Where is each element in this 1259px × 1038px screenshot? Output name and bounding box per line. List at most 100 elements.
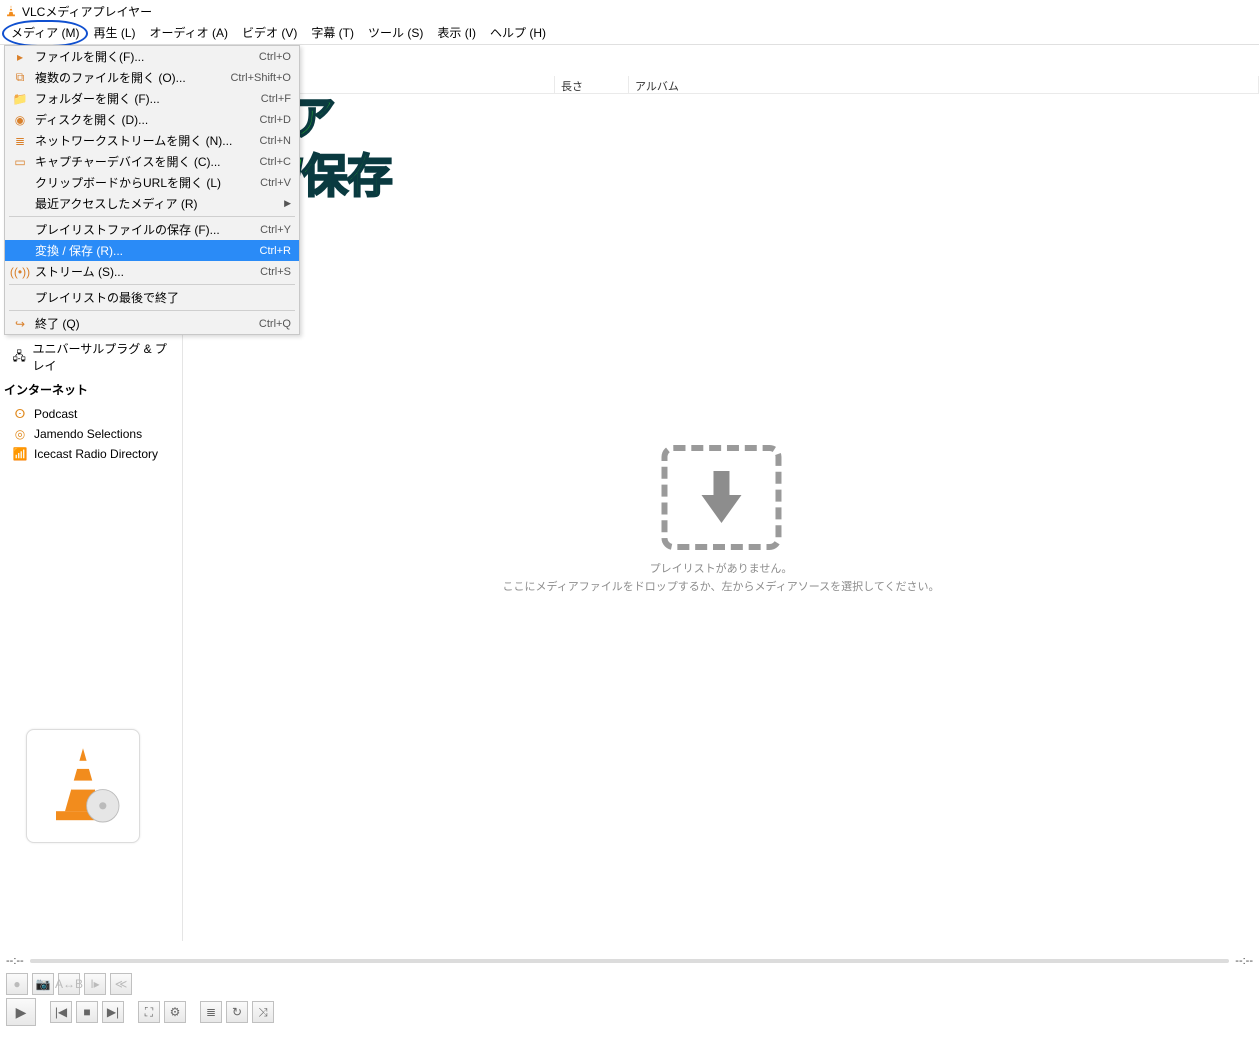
menu-convert-save-shortcut: Ctrl+R <box>260 245 291 257</box>
arrow-down-icon <box>695 467 747 527</box>
stop-button[interactable]: ■ <box>76 1001 98 1023</box>
fullscreen-button[interactable]: ⛶ <box>138 1001 160 1023</box>
toolbar-row-2: ▶ |◀ ■ ▶| ⛶ ⚙ ≣ ↻ ⤨ <box>6 1000 1253 1024</box>
menu-stream-shortcut: Ctrl+S <box>260 266 291 278</box>
rewind-button[interactable]: ≪ <box>110 973 132 995</box>
playlist-button[interactable]: ≣ <box>200 1001 222 1023</box>
menu-open-folder-shortcut: Ctrl+F <box>261 93 291 105</box>
capture-icon: ▭ <box>11 155 29 169</box>
menu-open-file[interactable]: ▸ ファイルを開く(F)... Ctrl+O <box>5 46 299 67</box>
menu-subtitle[interactable]: 字幕 (T) <box>304 22 361 45</box>
menu-open-capture-label: キャプチャーデバイスを開く (C)... <box>29 153 260 170</box>
seek-bar: --:-- --:-- <box>0 954 1259 968</box>
vlc-cone-icon <box>38 741 128 831</box>
menu-quit-shortcut: Ctrl+Q <box>259 318 291 330</box>
empty-line1: プレイリストがありません。 <box>502 560 939 576</box>
submenu-arrow-icon: ▶ <box>276 198 291 209</box>
menu-view-label: 表示 (I) <box>437 26 476 40</box>
sidebar-group-internet: インターネット <box>4 381 176 398</box>
sidebar-jamendo[interactable]: ◎ Jamendo Selections <box>6 424 176 444</box>
quit-icon: ↪ <box>11 317 29 331</box>
shuffle-button[interactable]: ⤨ <box>252 1001 274 1023</box>
snapshot-button[interactable]: 📷 <box>32 973 54 995</box>
menu-playback[interactable]: 再生 (L) <box>86 22 142 45</box>
menu-recent-label: 最近アクセスしたメディア (R) <box>29 195 276 212</box>
menu-convert-save[interactable]: 変換 / 保存 (R)... Ctrl+R <box>5 240 299 261</box>
menu-open-clipboard[interactable]: クリップボードからURLを開く (L) Ctrl+V <box>5 172 299 193</box>
vlc-app-icon <box>4 4 18 18</box>
menu-open-multi-shortcut: Ctrl+Shift+O <box>230 72 291 84</box>
col-album[interactable]: アルバム <box>629 76 1259 93</box>
sidebar-upnp-label: ユニバーサルプラグ & プレイ <box>33 340 177 374</box>
file-icon: ▸ <box>11 50 29 64</box>
menu-media-label: メディア (M) <box>11 26 79 40</box>
jamendo-icon: ◎ <box>12 427 28 441</box>
menu-open-clipboard-shortcut: Ctrl+V <box>260 177 291 189</box>
stream-icon: ((•)) <box>11 265 29 279</box>
sidebar-jamendo-label: Jamendo Selections <box>34 427 142 441</box>
menu-stream[interactable]: ((•)) ストリーム (S)... Ctrl+S <box>5 261 299 282</box>
menu-media[interactable]: メディア (M) <box>4 22 86 45</box>
menu-open-network-shortcut: Ctrl+N <box>260 135 291 147</box>
previous-button[interactable]: |◀ <box>50 1001 72 1023</box>
empty-line2: ここにメディアファイルをドロップするか、左からメディアソースを選択してください。 <box>502 578 939 594</box>
menu-quit[interactable]: ↪ 終了 (Q) Ctrl+Q <box>5 313 299 334</box>
menu-quit-end-label: プレイリストの最後で終了 <box>29 289 291 306</box>
loop-button[interactable]: ↻ <box>226 1001 248 1023</box>
menu-open-folder-label: フォルダーを開く (F)... <box>29 90 261 107</box>
media-menu-dropdown: ▸ ファイルを開く(F)... Ctrl+O ⧉ 複数のファイルを開く (O).… <box>4 45 300 335</box>
sidebar-podcast[interactable]: ⵙ Podcast <box>6 404 176 424</box>
menu-open-multi[interactable]: ⧉ 複数のファイルを開く (O)... Ctrl+Shift+O <box>5 67 299 88</box>
menu-stream-label: ストリーム (S)... <box>29 263 260 280</box>
menu-video[interactable]: ビデオ (V) <box>235 22 304 45</box>
menu-save-playlist[interactable]: プレイリストファイルの保存 (F)... Ctrl+Y <box>5 219 299 240</box>
menu-open-folder[interactable]: 📁 フォルダーを開く (F)... Ctrl+F <box>5 88 299 109</box>
menu-help[interactable]: ヘルプ (H) <box>483 22 553 45</box>
menu-open-disc[interactable]: ◉ ディスクを開く (D)... Ctrl+D <box>5 109 299 130</box>
bottom-toolbars: ● 📷 A↔B I▸ ≪ ▶ |◀ ■ ▶| ⛶ ⚙ ≣ ↻ ⤨ <box>0 968 1259 1038</box>
window-titlebar: VLCメディアプレイヤー <box>0 0 1259 22</box>
menu-separator <box>9 216 295 217</box>
toolbar-row-1: ● 📷 A↔B I▸ ≪ <box>6 972 1253 996</box>
seek-track[interactable] <box>30 959 1230 963</box>
menu-quit-end[interactable]: プレイリストの最後で終了 <box>5 287 299 308</box>
playlist-columns: 長さ アルバム <box>183 76 1259 94</box>
record-button[interactable]: ● <box>6 973 28 995</box>
menu-view[interactable]: 表示 (I) <box>430 22 483 45</box>
menu-subtitle-label: 字幕 (T) <box>311 26 354 40</box>
menu-playback-label: 再生 (L) <box>93 26 135 40</box>
upnp-icon: 🖧 <box>12 347 27 368</box>
menu-open-multi-label: 複数のファイルを開く (O)... <box>29 69 230 86</box>
window-title: VLCメディアプレイヤー <box>22 3 152 20</box>
menu-audio[interactable]: オーディオ (A) <box>143 22 236 45</box>
menu-separator <box>9 284 295 285</box>
sidebar-upnp[interactable]: 🖧 ユニバーサルプラグ & プレイ <box>6 337 176 377</box>
menu-open-network-label: ネットワークストリームを開く (N)... <box>29 132 260 149</box>
menu-open-network[interactable]: ≣ ネットワークストリームを開く (N)... Ctrl+N <box>5 130 299 151</box>
menubar: メディア (M) 再生 (L) オーディオ (A) ビデオ (V) 字幕 (T)… <box>0 22 1259 45</box>
menu-video-label: ビデオ (V) <box>242 26 297 40</box>
sidebar-icecast[interactable]: 📶 Icecast Radio Directory <box>6 444 176 464</box>
next-button[interactable]: ▶| <box>102 1001 124 1023</box>
atob-button[interactable]: A↔B <box>58 973 80 995</box>
menu-convert-save-label: 変換 / 保存 (R)... <box>29 242 260 259</box>
menu-recent[interactable]: 最近アクセスしたメディア (R) ▶ <box>5 193 299 214</box>
menu-tools[interactable]: ツール (S) <box>361 22 430 45</box>
menu-open-capture-shortcut: Ctrl+C <box>260 156 291 168</box>
menu-help-label: ヘルプ (H) <box>490 26 546 40</box>
menu-open-disc-shortcut: Ctrl+D <box>260 114 291 126</box>
menu-audio-label: オーディオ (A) <box>150 26 229 40</box>
menu-quit-label: 終了 (Q) <box>29 315 259 332</box>
time-total: --:-- <box>1235 955 1253 967</box>
play-button[interactable]: ▶ <box>6 998 36 1026</box>
menu-open-disc-label: ディスクを開く (D)... <box>29 111 260 128</box>
settings-button[interactable]: ⚙ <box>164 1001 186 1023</box>
menu-open-capture[interactable]: ▭ キャプチャーデバイスを開く (C)... Ctrl+C <box>5 151 299 172</box>
network-icon: ≣ <box>11 134 29 148</box>
empty-playlist-hint: プレイリストがありません。 ここにメディアファイルをドロップするか、左からメディ… <box>502 445 939 594</box>
playlist-pane: 長さ アルバム プレイリストがありません。 ここにメディアファイルをドロップする… <box>183 45 1259 941</box>
frame-step-button[interactable]: I▸ <box>84 973 106 995</box>
menu-tools-label: ツール (S) <box>368 26 423 40</box>
disc-icon: ◉ <box>11 113 29 127</box>
col-length[interactable]: 長さ <box>555 76 629 93</box>
